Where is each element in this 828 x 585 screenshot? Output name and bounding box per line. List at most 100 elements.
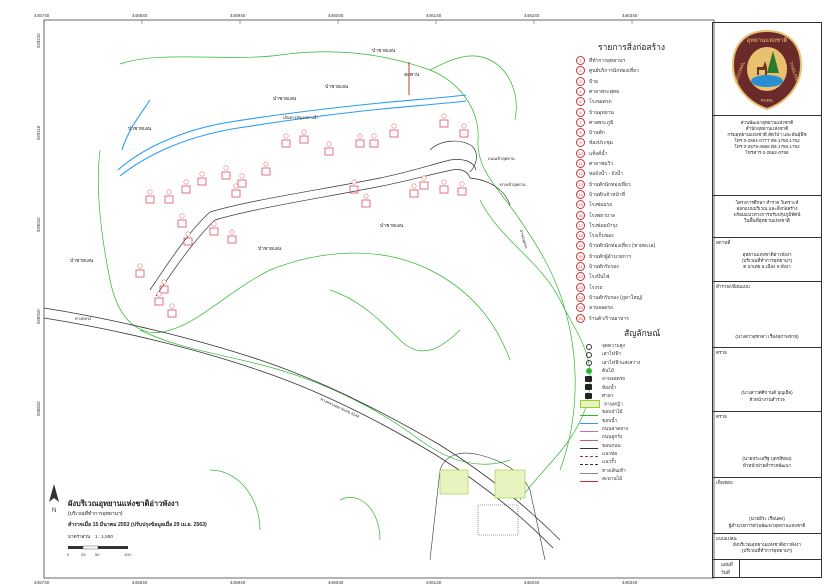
- building-symbol: [209, 227, 219, 236]
- symbol-item: ลานจอดรถ: [580, 375, 625, 383]
- legend-item-label: บ้านพักผู้อำนวยการ: [589, 253, 632, 260]
- building-number-icon: [233, 183, 239, 189]
- label-forest-mid1: ป่าชายเลน: [273, 96, 297, 102]
- building-number-icon: [351, 179, 357, 185]
- building-number-icon: [391, 123, 397, 129]
- legend-item: 11 ศาลาชมวิว: [576, 159, 613, 168]
- legend-item-label: โรงปั่นไฟ: [589, 274, 610, 281]
- legend-item-label: ศูนย์บริการนักท่องเที่ยว: [589, 68, 639, 75]
- grid-x-label: 445940: [230, 580, 246, 585]
- symbol-label: ทางเดินเท้า: [602, 468, 626, 474]
- symbol-dot-icon: [580, 359, 598, 367]
- label-road: ทางหลวง: [75, 316, 91, 321]
- check-label: ตรวจ: [716, 350, 727, 355]
- building-number-icon: [169, 303, 175, 309]
- legend-number-icon: 13: [576, 179, 585, 189]
- legend-number-icon: 20: [576, 251, 585, 261]
- legend-number-icon: 12: [576, 169, 585, 179]
- scale-tick-0: 0: [67, 552, 70, 557]
- building-number-icon: [326, 141, 332, 147]
- building-symbol: [159, 285, 169, 294]
- legend-item: 3 ป้าย: [576, 76, 598, 86]
- building-number-icon: [229, 229, 235, 235]
- symbol-dot-icon: [580, 351, 598, 359]
- legend-item: 7 ศาลพระภูมิ: [576, 117, 613, 127]
- building-number-icon: [283, 133, 289, 139]
- scale-bar-block-2: [82, 545, 99, 550]
- grid-x-label: 446340: [622, 580, 638, 585]
- label-canal: เส้นทางสัญจรทางน้ำ: [283, 113, 319, 120]
- grid-y-label: 928810: [36, 401, 41, 416]
- grid-x-label: 446240: [524, 13, 540, 18]
- map-scale-label: มาตราส่วน: [68, 534, 91, 539]
- legend-item-label: ห้องประชุม: [589, 140, 613, 147]
- legend-item-label: บ้านพักนักท่องเที่ยว (ชายทะเล): [589, 243, 656, 250]
- surveyor-label: สำรวจ/เขียนแบบ: [716, 284, 750, 289]
- scale-bar: 0 25 50 100: [67, 545, 131, 557]
- building-symbol: [167, 309, 177, 318]
- legend-number-icon: 5: [576, 97, 585, 107]
- symbol-sala-icon: [580, 392, 598, 399]
- legend-item-label: ศาลาพระพุทธ: [589, 88, 620, 95]
- building-symbol: [135, 269, 145, 278]
- building-symbol: [459, 129, 469, 138]
- scale-tick-50: 50: [95, 552, 100, 557]
- symbol-label: ห้องน้ำ: [602, 385, 617, 391]
- grid-y-label: 928910: [36, 309, 41, 324]
- legend-item-label: บ้านพักนักท่องเที่ยว: [589, 181, 631, 188]
- symbol-park-icon: [580, 375, 598, 382]
- symbol-item: ศาลา: [580, 392, 613, 400]
- building-number-icon: [441, 113, 447, 119]
- symbol-label: ขอบป่าไม้: [602, 410, 623, 416]
- grid-x-label: 445740: [34, 13, 50, 18]
- legend-number-icon: 3: [576, 76, 585, 86]
- symbol-item: ลานหญ้า: [580, 400, 623, 409]
- site-section: สถานที่ อุทยานแห่งชาติอ่าวพังงา (บริเวณที…: [713, 237, 821, 281]
- logo-area: อุทยานแห่งชาติ NATIONAL THAILAND PARK: [713, 23, 821, 115]
- building-symbol: [409, 189, 419, 198]
- legend-number-icon: 15: [576, 200, 585, 210]
- label-forest-mid2: ป่าชายเลน: [325, 84, 349, 90]
- site-line: ต.นาเตย อ.เมือง จ.พังงา: [743, 264, 791, 269]
- road-edge-2: [155, 169, 471, 297]
- legend-item-label: ร้านค้า/ร้านอาหาร: [589, 315, 629, 322]
- symbol-fence-icon: [580, 458, 598, 466]
- legend-number-icon: 11: [576, 159, 585, 168]
- building-number-icon: [459, 181, 465, 187]
- south-lawn-1: [439, 469, 469, 495]
- symbol-label: แนวท่อ: [602, 451, 618, 457]
- grid-y-label: 929010: [36, 217, 41, 232]
- legend-item-label: ที่ทำการอุทยานฯ: [589, 57, 626, 64]
- building-symbol: [227, 235, 237, 244]
- legend-item: 25 ลานจอดรถ: [576, 303, 614, 313]
- stream-west: [121, 99, 151, 151]
- label-forest-top: ป่าชายเลน: [372, 48, 396, 54]
- map-sheet: 445740 445740 445840 445840 445940 445940 4460…: [0, 0, 828, 585]
- symbol-item: ขอบป่าไม้: [580, 408, 623, 416]
- grid-lines: [43, 20, 633, 24]
- building-number-icon: [371, 133, 377, 139]
- label-forest-center: ป่าชายเลน: [380, 223, 404, 229]
- approve-name: (นายประเสริฐ บุตรสีทอง): [742, 456, 792, 461]
- label-forest-west: ป่าชายเลน: [70, 258, 94, 264]
- grid-x-label: 446140: [426, 13, 442, 18]
- building-symbol: [361, 199, 371, 208]
- check-title: หัวหน้างานสำรวจ: [749, 397, 785, 402]
- building-number-icon: [156, 291, 162, 297]
- legend-item-label: โรงซ่อมรถ: [589, 202, 613, 209]
- water-bodies: [117, 94, 467, 177]
- building-number-icon: [161, 279, 167, 285]
- sign-section: เห็นชอบ (นายธีระ เรือนคง) ผู้อำนวยการส่ว…: [713, 477, 821, 533]
- sheet-divider: [739, 560, 740, 578]
- map-subtitle: (บริเวณที่ทำการอุทยานฯ): [68, 510, 123, 517]
- legend-item-label: ลานจอดรถ: [589, 305, 614, 312]
- symbol-item: ขอบน้ำ: [580, 417, 617, 425]
- grid-y-label: 929210: [36, 33, 41, 48]
- symbol-walk-icon: [580, 467, 598, 474]
- symbol-item: ทางเดินเท้า: [580, 467, 626, 475]
- forest-boundaries: [97, 51, 591, 541]
- legend-number-icon: 2: [576, 66, 585, 76]
- legend-item-label: โรงซ่อมบำรุง: [589, 222, 618, 229]
- grid-x-label: 446040: [328, 13, 344, 18]
- building-number-icon: [166, 189, 172, 195]
